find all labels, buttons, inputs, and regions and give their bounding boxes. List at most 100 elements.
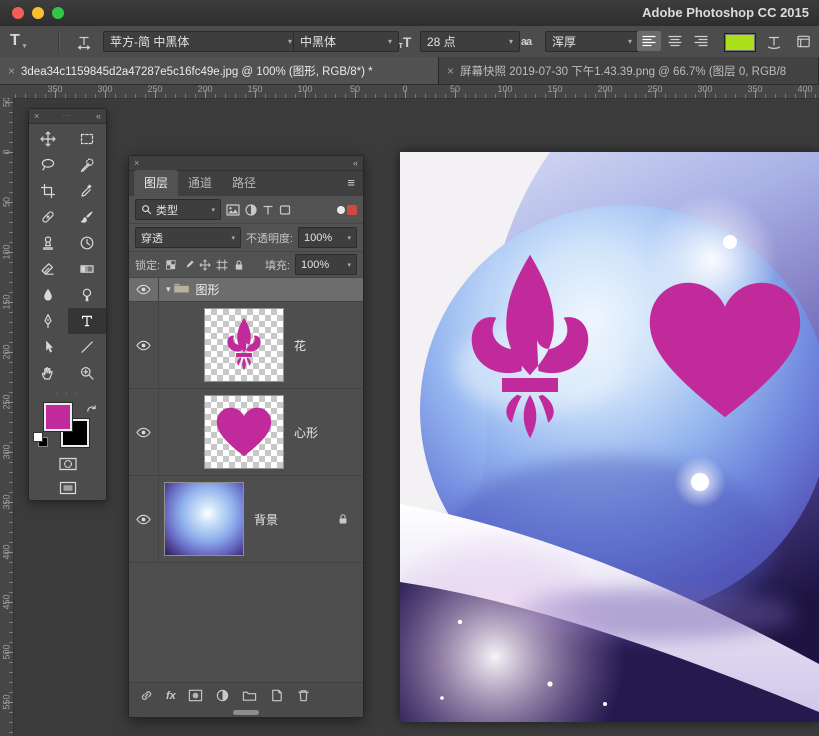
tool-eyedropper[interactable]	[68, 178, 107, 204]
opacity-select[interactable]: 100% ▾	[298, 227, 357, 248]
delete-layer-icon[interactable]	[296, 688, 311, 703]
tool-lasso[interactable]	[29, 152, 68, 178]
ruler-origin-corner	[0, 84, 14, 99]
filter-toggle-switch[interactable]	[337, 205, 357, 215]
filter-adjustment-layers-icon[interactable]	[245, 204, 257, 216]
swap-colors-icon[interactable]	[86, 402, 97, 420]
minimize-window-button[interactable]	[32, 7, 44, 19]
document-tab-1[interactable]: × 3dea34c1159845d2a47287e5c16fc49e.jpg @…	[0, 57, 439, 84]
chevron-down-icon: ▾	[503, 37, 513, 46]
panel-toggle-icon[interactable]	[792, 31, 814, 52]
tool-rectangular-marquee[interactable]	[68, 126, 107, 152]
tool-blur[interactable]	[29, 282, 68, 308]
chevron-down-icon: ▾	[227, 234, 235, 242]
lock-pixels-icon[interactable]	[182, 259, 194, 271]
layer-thumbnail[interactable]	[204, 395, 284, 469]
warp-text-icon[interactable]	[762, 31, 786, 52]
tool-crop[interactable]	[29, 178, 68, 204]
add-layer-mask-icon[interactable]	[188, 688, 203, 703]
lock-artboard-icon[interactable]	[216, 259, 228, 271]
collapse-icon[interactable]: «	[96, 109, 101, 123]
anti-alias-select[interactable]: 浑厚 ▾	[545, 31, 639, 52]
tool-pen[interactable]	[29, 308, 68, 334]
font-family-select[interactable]: 苹方-简 中黑体 ▾	[103, 31, 299, 52]
quick-mask-button[interactable]	[29, 452, 106, 476]
font-style-select[interactable]: 中黑体 ▾	[293, 31, 399, 52]
panel-resize-grip[interactable]	[129, 708, 363, 717]
layer-name[interactable]: 背景	[254, 511, 278, 528]
tool-hand[interactable]	[29, 360, 68, 386]
font-size-select[interactable]: 28 点 ▾	[420, 31, 520, 52]
layer-row-background[interactable]: 背景	[129, 476, 363, 563]
tool-quick-selection[interactable]	[68, 152, 107, 178]
lock-position-icon[interactable]	[199, 259, 211, 271]
layer-thumbnail[interactable]	[204, 308, 284, 382]
align-center-button[interactable]	[663, 31, 687, 51]
tool-history-brush[interactable]	[68, 230, 107, 256]
canvas-flower-shape[interactable]	[458, 252, 602, 448]
foreground-color-swatch[interactable]	[44, 403, 72, 431]
font-style-value: 中黑体	[300, 33, 336, 50]
align-right-button[interactable]	[689, 31, 713, 51]
new-group-icon[interactable]	[242, 688, 257, 703]
tab-layers[interactable]: 图层	[134, 170, 178, 196]
tool-path-selection[interactable]	[29, 334, 68, 360]
tool-dodge[interactable]	[68, 282, 107, 308]
tool-preset-badge[interactable]: T ▾	[10, 29, 26, 53]
layer-thumbnail[interactable]	[164, 482, 244, 556]
text-orientation-icon[interactable]	[72, 31, 96, 52]
tool-horizontal-type[interactable]	[68, 308, 107, 334]
tab-paths[interactable]: 路径	[222, 170, 266, 196]
tool-spot-healing-brush[interactable]	[29, 204, 68, 230]
filter-type-layers-icon[interactable]	[262, 204, 274, 216]
document-tab-2[interactable]: × 屏幕快照 2019-07-30 下午1.43.39.png @ 66.7% …	[439, 57, 819, 84]
layer-name[interactable]: 图形	[196, 281, 220, 298]
panel-menu-icon[interactable]: ≡	[347, 175, 355, 190]
canvas-heart-shape[interactable]	[645, 275, 805, 425]
lock-all-icon[interactable]	[233, 259, 245, 271]
layer-style-button[interactable]: fx	[166, 690, 176, 702]
lock-transparency-icon[interactable]	[165, 259, 177, 271]
text-color-swatch[interactable]	[724, 33, 756, 52]
tools-palette-header[interactable]: × ⋯ «	[29, 109, 106, 124]
new-layer-icon[interactable]	[269, 688, 284, 703]
visibility-eye-icon[interactable]	[129, 389, 159, 475]
chevron-down-icon: ▾	[343, 261, 351, 269]
horizontal-ruler: 3503002502001501005005010015020025030035…	[13, 84, 819, 99]
tool-brush[interactable]	[68, 204, 107, 230]
adjustment-layer-icon[interactable]	[215, 688, 230, 703]
visibility-eye-icon[interactable]	[129, 278, 159, 301]
tab-channels[interactable]: 通道	[178, 170, 222, 196]
close-icon[interactable]: ×	[134, 156, 139, 170]
link-layers-icon[interactable]	[139, 688, 154, 703]
layer-row-heart[interactable]: 心形	[129, 389, 363, 476]
layer-name[interactable]: 花	[294, 337, 306, 354]
tool-clone-stamp[interactable]	[29, 230, 68, 256]
tool-gradient[interactable]	[68, 256, 107, 282]
fill-select[interactable]: 100% ▾	[295, 254, 357, 275]
disclosure-triangle-icon[interactable]: ▾	[166, 284, 171, 295]
close-tab-icon[interactable]: ×	[447, 64, 454, 78]
anti-alias-value: 浑厚	[552, 33, 576, 50]
close-window-button[interactable]	[12, 7, 24, 19]
filter-shape-layers-icon[interactable]	[279, 204, 291, 216]
align-left-button[interactable]	[637, 31, 661, 51]
layer-name[interactable]: 心形	[294, 424, 318, 441]
filter-pixel-layers-icon[interactable]	[226, 204, 240, 216]
layer-row-flower[interactable]: 花	[129, 302, 363, 389]
tool-zoom[interactable]	[68, 360, 107, 386]
tool-eraser[interactable]	[29, 256, 68, 282]
canvas-area[interactable]	[400, 152, 819, 722]
screen-mode-button[interactable]	[29, 476, 106, 500]
blend-mode-select[interactable]: 穿透 ▾	[135, 227, 241, 248]
visibility-eye-icon[interactable]	[129, 302, 159, 388]
zoom-window-button[interactable]	[52, 7, 64, 19]
filter-kind-select[interactable]: 类型 ▾	[135, 199, 221, 220]
layers-panel-header[interactable]: × «	[129, 156, 363, 171]
tool-move[interactable]	[29, 126, 68, 152]
visibility-eye-icon[interactable]	[129, 476, 159, 562]
collapse-icon[interactable]: «	[353, 156, 358, 170]
tool-line-shape[interactable]	[68, 334, 107, 360]
close-tab-icon[interactable]: ×	[8, 64, 15, 78]
layer-row-group[interactable]: ▾ 图形	[129, 278, 363, 302]
